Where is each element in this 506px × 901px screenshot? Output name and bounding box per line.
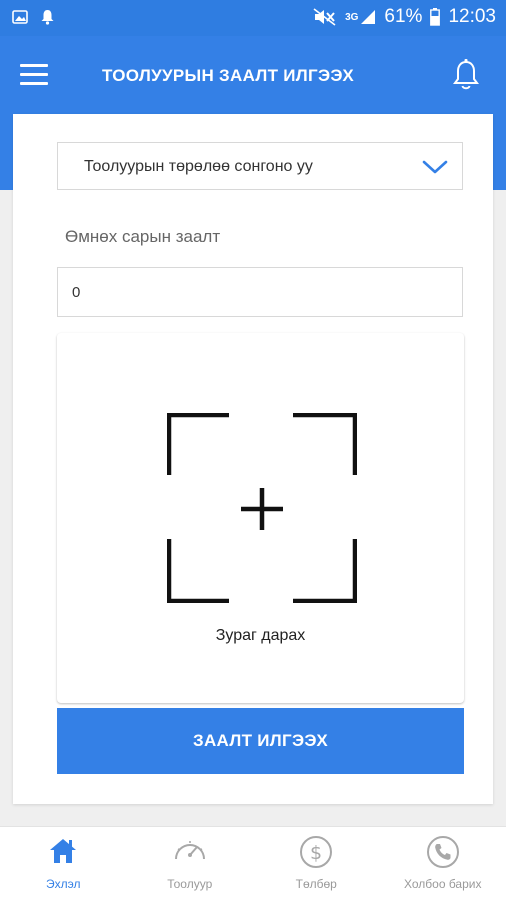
camera-frame-icon — [167, 413, 357, 603]
bottom-navigation: Эхлэл Тоолуур $ Төлбөр Холбоо барих — [0, 826, 506, 901]
signal-icon — [360, 9, 376, 25]
previous-reading-value: 0 — [72, 284, 80, 301]
nav-label-payment: Төлбөр — [253, 877, 380, 891]
menu-button[interactable] — [20, 64, 48, 86]
meter-type-select-value: Тоолуурын төрөлөө сонгоно уу — [84, 158, 313, 176]
nav-item-meter[interactable]: Тоолуур — [127, 827, 254, 901]
reading-form-card: Тоолуурын төрөлөө сонгоно уу Өмнөх сарын… — [13, 114, 493, 804]
nav-item-payment[interactable]: $ Төлбөр — [253, 827, 380, 901]
svg-text:$: $ — [310, 842, 322, 864]
nav-label-home: Эхлэл — [0, 877, 127, 891]
dollar-icon: $ — [299, 835, 333, 874]
nav-label-contact: Холбоо барих — [380, 877, 506, 891]
battery-icon — [430, 8, 440, 26]
take-photo-caption: Зураг дарах — [57, 627, 464, 645]
clock: 12:03 — [448, 6, 496, 28]
notifications-bell-icon[interactable] — [452, 58, 480, 97]
meter-type-select[interactable]: Тоолуурын төрөлөө сонгоно уу — [57, 142, 463, 190]
take-photo-area[interactable]: Зураг дарах — [57, 333, 464, 703]
nav-item-home[interactable]: Эхлэл — [0, 827, 127, 901]
status-bar: 3G 61% 12:03 — [0, 0, 506, 36]
page-title: ТООЛУУРЫН ЗААЛТ ИЛГЭЭХ — [102, 66, 354, 86]
nav-item-contact[interactable]: Холбоо барих — [380, 827, 506, 901]
gallery-icon — [12, 9, 28, 25]
submit-reading-button[interactable]: ЗААЛТ ИЛГЭЭХ — [57, 708, 464, 774]
mute-icon — [313, 8, 337, 26]
previous-reading-input[interactable]: 0 — [57, 267, 463, 317]
nav-label-meter: Тоолуур — [127, 877, 254, 891]
phone-icon — [426, 835, 460, 874]
speedometer-icon — [172, 835, 208, 872]
notification-icon — [40, 9, 55, 25]
chevron-down-icon — [422, 159, 448, 180]
home-icon — [47, 835, 79, 872]
battery-percent: 61% — [384, 6, 422, 28]
network-type: 3G — [345, 12, 358, 23]
previous-reading-label: Өмнөх сарын заалт — [65, 227, 220, 247]
